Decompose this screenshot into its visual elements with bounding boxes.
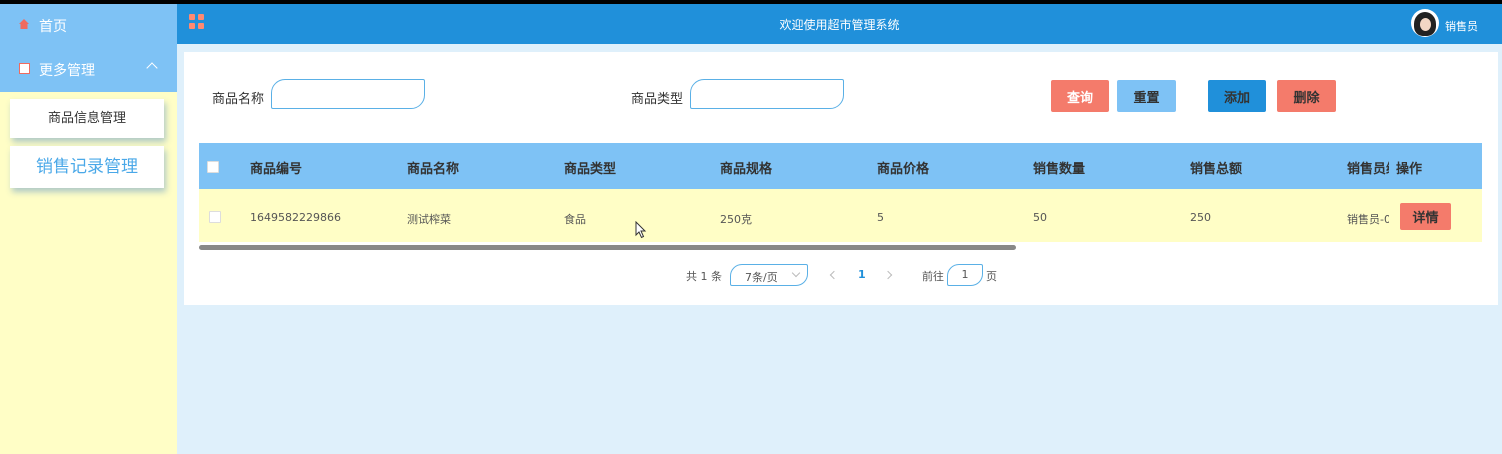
product-type-label: 商品类型 — [631, 92, 684, 107]
pagination-total: 共 1 条 — [686, 270, 722, 283]
app-frame: 首页 更多管理 商品信息管理 销售记录管理 欢迎使用超市管理系统 销售员 商品名… — [0, 4, 1502, 454]
avatar[interactable] — [1411, 9, 1439, 37]
goto-label: 前往 — [922, 270, 944, 283]
nav-home[interactable]: 首页 — [0, 4, 177, 46]
select-all-checkbox[interactable] — [207, 161, 219, 173]
horizontal-scrollbar[interactable] — [199, 245, 1016, 250]
query-button[interactable]: 查询 — [1051, 80, 1109, 112]
row-checkbox[interactable] — [209, 211, 221, 223]
table-row[interactable]: 1649582229866 测试榨菜 食品 250克 5 50 250 销售员-… — [199, 189, 1482, 242]
current-page-number[interactable]: 1 — [858, 268, 866, 281]
cell-type: 食品 — [564, 213, 586, 226]
nav-more-management[interactable]: 更多管理 — [0, 46, 177, 92]
product-name-label: 商品名称 — [212, 92, 265, 107]
page-unit-label: 页 — [986, 270, 997, 283]
cell-seller: 销售员-001 — [1347, 213, 1389, 226]
goto-page-input[interactable]: 1 — [947, 264, 983, 286]
page-size-select[interactable]: 7条/页 — [730, 264, 808, 286]
col-header-name[interactable]: 商品名称 — [407, 158, 459, 177]
table-header: 商品编号 商品名称 商品类型 商品规格 商品价格 销售数量 销售总额 销售员编号… — [199, 143, 1482, 189]
chevron-down-icon — [791, 268, 801, 278]
nav-more-label: 更多管理 — [39, 63, 95, 79]
page-title: 欢迎使用超市管理系统 — [779, 18, 900, 32]
main-panel: 商品名称 商品类型 查询 重置 添加 删除 商品编号 商品名称 商品类型 商品规… — [184, 52, 1498, 305]
col-header-total[interactable]: 销售总额 — [1190, 158, 1242, 177]
nav-home-label: 首页 — [39, 19, 67, 35]
home-icon — [19, 19, 29, 29]
page-size-value: 7条/页 — [745, 271, 778, 284]
operation-column-header: 操作 — [1388, 143, 1482, 189]
detail-button[interactable]: 详情 — [1400, 203, 1451, 230]
operation-column: 详情 — [1388, 189, 1482, 242]
cell-quantity: 50 — [1033, 211, 1047, 224]
col-header-action: 操作 — [1396, 162, 1423, 177]
delete-button[interactable]: 删除 — [1277, 80, 1336, 112]
sidebar-item-product-info[interactable]: 商品信息管理 — [10, 99, 164, 138]
top-header: 欢迎使用超市管理系统 销售员 — [177, 4, 1502, 44]
col-header-type[interactable]: 商品类型 — [564, 158, 616, 177]
cell-name: 测试榨菜 — [407, 213, 451, 226]
col-header-price[interactable]: 商品价格 — [877, 158, 929, 177]
col-header-seller[interactable]: 销售员编号 — [1347, 158, 1389, 177]
cell-total: 250 — [1190, 211, 1211, 224]
next-page-icon[interactable] — [883, 270, 893, 280]
sidebar: 首页 更多管理 商品信息管理 销售记录管理 — [0, 4, 177, 454]
col-header-quantity[interactable]: 销售数量 — [1033, 158, 1085, 177]
col-header-id[interactable]: 商品编号 — [250, 158, 302, 177]
reset-button[interactable]: 重置 — [1117, 80, 1176, 112]
add-button[interactable]: 添加 — [1208, 80, 1266, 112]
col-header-spec[interactable]: 商品规格 — [720, 158, 772, 177]
chevron-up-icon — [146, 62, 158, 74]
cell-spec: 250克 — [720, 213, 752, 226]
product-type-input[interactable] — [690, 79, 844, 109]
user-name: 销售员 — [1445, 20, 1478, 33]
cell-price: 5 — [877, 211, 884, 224]
menu-icon — [19, 63, 30, 74]
prev-page-icon[interactable] — [829, 270, 839, 280]
mouse-cursor-icon — [635, 221, 647, 239]
cell-id: 1649582229866 — [250, 211, 341, 224]
product-name-input[interactable] — [271, 79, 425, 109]
sidebar-item-sales-records[interactable]: 销售记录管理 — [10, 146, 164, 188]
